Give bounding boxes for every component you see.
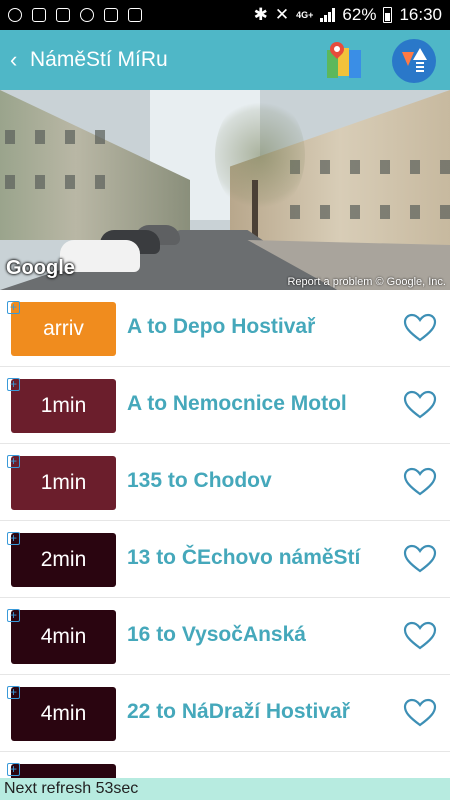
system-icons: ✱ ✕ 4G+ 62% 16:30 (254, 5, 442, 25)
tree (215, 95, 305, 215)
expand-plus-icon[interactable]: + (7, 686, 20, 699)
route-destination: 13 to ČEchovo náměStí (127, 546, 361, 569)
expand-plus-icon[interactable]: + (7, 532, 20, 545)
favorite-heart-icon[interactable] (403, 544, 437, 574)
favorite-heart-icon[interactable] (403, 467, 437, 497)
departure-row[interactable]: 4min +22 to NáDraží Hostivař (0, 675, 450, 752)
arrival-time-badge: 2min (11, 533, 116, 587)
battery-percent: 62% (342, 5, 377, 24)
favorite-heart-icon[interactable] (403, 390, 437, 420)
app-header: ‹ NáměStí MíRu (0, 30, 450, 90)
expand-plus-icon[interactable]: + (7, 455, 20, 468)
route-destination: A to Nemocnice Motol (127, 392, 347, 415)
inbox-icon (56, 8, 70, 22)
page-title: NáměStí MíRu (30, 48, 168, 71)
departure-row[interactable]: arriv + A to Depo Hostivař (0, 290, 450, 367)
flash-icon (128, 8, 142, 22)
network-type-label: 4G+ (296, 9, 314, 20)
clock: 16:30 (399, 5, 442, 24)
street-view-image[interactable]: Google Report a problem © Google, Inc. (0, 90, 450, 290)
sort-button[interactable] (392, 39, 436, 83)
expand-plus-icon[interactable]: + (7, 609, 20, 622)
favorite-heart-icon[interactable] (403, 313, 437, 343)
signal-icon (320, 8, 336, 22)
report-problem-link[interactable]: Report a problem © Google, Inc. (287, 276, 446, 288)
status-bar: ✱ ✕ 4G+ 62% 16:30 (0, 0, 450, 30)
chat-bubble-icon (8, 8, 22, 22)
battery-icon (383, 7, 393, 23)
google-logo: Google (6, 257, 75, 279)
back-icon[interactable]: ‹ (10, 47, 26, 73)
favorite-heart-icon[interactable] (403, 621, 437, 651)
map-button[interactable] (325, 39, 363, 80)
departure-row[interactable]: 4min +16 to VysočAnská (0, 598, 450, 675)
favorite-heart-icon[interactable] (403, 698, 437, 728)
departure-row[interactable]: 1min + A to Nemocnice Motol (0, 367, 450, 444)
expand-plus-icon[interactable]: + (7, 763, 20, 776)
arrival-time-badge: 1min (11, 379, 116, 433)
departure-row[interactable]: + (0, 752, 450, 778)
departure-row[interactable]: 1min +135 to Chodov (0, 444, 450, 521)
vpn-icon (80, 8, 94, 22)
mute-icon: ✕ (274, 5, 290, 24)
arrival-time-badge: 4min (11, 610, 116, 664)
mail-icon (104, 8, 118, 22)
departure-row[interactable]: 2min +13 to ČEchovo náměStí (0, 521, 450, 598)
notification-icons (8, 8, 142, 22)
arrival-time-badge (11, 764, 116, 778)
image-icon (32, 8, 46, 22)
route-destination: A to Depo Hostivař (127, 315, 316, 338)
route-destination: 16 to VysočAnská (127, 623, 306, 646)
expand-plus-icon[interactable]: + (7, 378, 20, 391)
departures-list: arriv + A to Depo Hostivař 1min + A to Nemocn… (0, 290, 450, 778)
refresh-status: Next refresh 53sec (0, 778, 450, 800)
bluetooth-icon: ✱ (253, 5, 268, 24)
arrival-time-badge: 1min (11, 456, 116, 510)
route-destination: 135 to Chodov (127, 469, 272, 492)
arrival-time-badge: arriv (11, 302, 116, 356)
arrival-time-badge: 4min (11, 687, 116, 741)
route-destination: 22 to NáDraží Hostivař (127, 700, 350, 723)
expand-plus-icon[interactable]: + (7, 301, 20, 314)
